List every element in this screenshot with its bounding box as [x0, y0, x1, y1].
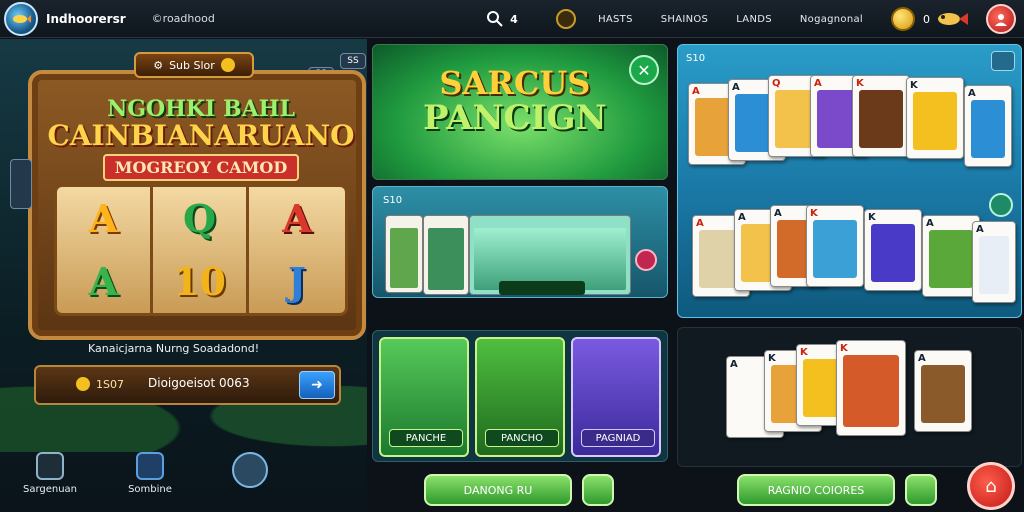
reel-1: A A: [57, 187, 153, 313]
section-tag: S10: [686, 53, 706, 64]
slot-reels[interactable]: A A Q 10 A J: [54, 184, 348, 316]
character-card-pagniad[interactable]: PAGNIAD: [571, 337, 661, 457]
playing-card[interactable]: K: [864, 209, 922, 291]
app-title: Indhoorersr: [46, 11, 126, 26]
promo-title-line2: PANCIGN: [423, 97, 607, 138]
search-count: 4: [510, 12, 518, 26]
nav-link-nogagnonal[interactable]: Nogagnonal: [800, 14, 863, 25]
card-table-dark: A K K K A: [677, 327, 1022, 467]
coin-icon: [891, 7, 915, 31]
search-button[interactable]: 4: [486, 10, 556, 28]
info-icon[interactable]: [989, 193, 1013, 217]
gear-icon: [232, 452, 268, 488]
slot-machine: NGOHKI BAHL CAINBIANARUANO MOGREOY CAMOD…: [28, 70, 366, 340]
fish-card-row[interactable]: S10: [372, 186, 668, 298]
chip-icon[interactable]: [556, 9, 577, 29]
character-card-panche[interactable]: PANCHE: [379, 337, 469, 457]
close-icon: ✕: [637, 60, 651, 80]
search-icon: [487, 11, 503, 27]
section-tag: S10: [383, 195, 403, 206]
coin-icon: [220, 58, 235, 72]
slot-title-line2: CAINBIANARUANO: [47, 119, 355, 152]
user-avatar[interactable]: [986, 4, 1016, 34]
fish-logo-icon: [13, 14, 31, 23]
reel-2: Q 10: [153, 187, 249, 313]
reel-symbol: A: [282, 196, 312, 241]
nav-item-sargenuan[interactable]: Sargenuan: [0, 444, 100, 512]
promo-title-line1: SARCUS: [439, 64, 591, 102]
card-table-underwater: S10 A A Q A K K A A A A K K A A: [677, 44, 1022, 318]
playing-card[interactable]: A: [914, 350, 972, 432]
nav-link-shainos[interactable]: SHAINOS: [661, 14, 708, 25]
bet-input-bar[interactable]: 1S07 Dioigoeisot 0063 ➜: [34, 365, 341, 405]
slot-caption: Kanaicjarna Nurng Soadadond!: [88, 342, 260, 355]
coin-icon: [76, 377, 90, 391]
bet-prefix-value: 1S07: [96, 377, 124, 391]
card-label: PANCHO: [485, 429, 559, 447]
reel-symbol: J: [288, 259, 306, 304]
spin-go-button[interactable]: ➜: [299, 371, 335, 399]
playing-card[interactable]: A: [964, 85, 1012, 167]
primary-action-button[interactable]: DANONG RU: [424, 474, 572, 506]
promo-banner[interactable]: SARCUS PANCIGN ✕: [372, 44, 668, 180]
secondary-action-button[interactable]: [905, 474, 937, 506]
reel-symbol: Q: [182, 196, 217, 241]
app-root: Indhoorersr ©roadhood 4 HASTS SHAINOS LA…: [0, 0, 1024, 512]
playing-card[interactable]: K: [906, 77, 964, 159]
fish-card-label: [499, 281, 585, 295]
nav-label: Sombine: [128, 484, 172, 495]
reel-symbol: 10: [173, 259, 226, 304]
secondary-action-button[interactable]: [582, 474, 614, 506]
home-icon: ⌂: [985, 475, 997, 497]
character-card-pancho[interactable]: PANCHO: [475, 337, 565, 457]
card-label: PAGNIAD: [581, 429, 655, 447]
menu-icon[interactable]: [991, 51, 1015, 71]
reel-3: A J: [249, 187, 345, 313]
app-subtitle: ©roadhood: [151, 12, 215, 25]
favorite-icon[interactable]: [635, 249, 657, 271]
playing-card[interactable]: K: [836, 340, 906, 436]
top-bar: Indhoorersr ©roadhood 4 HASTS SHAINOS LA…: [0, 0, 1024, 38]
character-cards: PANCHE PANCHO PAGNIAD: [372, 330, 668, 462]
close-button[interactable]: ✕: [629, 55, 659, 85]
box-icon: [136, 452, 164, 480]
top-right-group: 4 HASTS SHAINOS LANDS Nogagnonal 0: [486, 0, 1024, 38]
card-label: PANCHE: [389, 429, 463, 447]
user-icon: [995, 14, 1007, 26]
nav-link-hasts[interactable]: HASTS: [598, 14, 633, 25]
app-logo[interactable]: [4, 1, 38, 36]
slot-title: NGOHKI BAHL CAINBIANARUANO MOGREOY CAMOD: [42, 96, 360, 181]
bottom-nav: Sargenuan Sombine: [0, 444, 367, 512]
home-button[interactable]: ⌂: [967, 462, 1015, 510]
arrow-right-icon: ➜: [311, 377, 323, 393]
nav-label: Sargenuan: [22, 484, 78, 495]
playing-card[interactable]: K: [806, 205, 864, 287]
nav-item-sombine[interactable]: Sombine: [100, 444, 200, 512]
slot-panel: SS SS NGOHKI BAHL CAINBIANARUANO MOGREOY…: [0, 39, 367, 512]
fish-mascot-icon: [938, 13, 968, 25]
badge-icon: ⚙: [153, 58, 164, 72]
bet-input-value: Dioigoeisot 0063: [148, 376, 250, 390]
playing-card[interactable]: K: [852, 75, 910, 157]
promo-title: SARCUS PANCIGN: [423, 64, 607, 138]
playing-card[interactable]: A: [972, 221, 1016, 303]
ragnio-button[interactable]: RAGNIO COIORES: [737, 474, 895, 506]
side-button-2[interactable]: SS: [340, 53, 366, 69]
reel-symbol: A: [88, 196, 119, 241]
nav-item-settings[interactable]: [200, 444, 300, 512]
sub-slot-badge[interactable]: ⚙ Sub Slor: [134, 52, 254, 78]
coin-count: 0: [923, 12, 930, 26]
fish-card[interactable]: [385, 215, 423, 293]
badge-label: Sub Slor: [169, 58, 215, 72]
fish-card[interactable]: [423, 215, 469, 295]
nav-link-lands[interactable]: LANDS: [736, 14, 772, 25]
side-handle[interactable]: [10, 159, 32, 209]
robot-icon: [36, 452, 64, 480]
reel-symbol: A: [88, 259, 119, 304]
slot-title-line3: MOGREOY CAMOD: [102, 154, 300, 181]
bet-prefix: 1S07: [76, 377, 124, 391]
